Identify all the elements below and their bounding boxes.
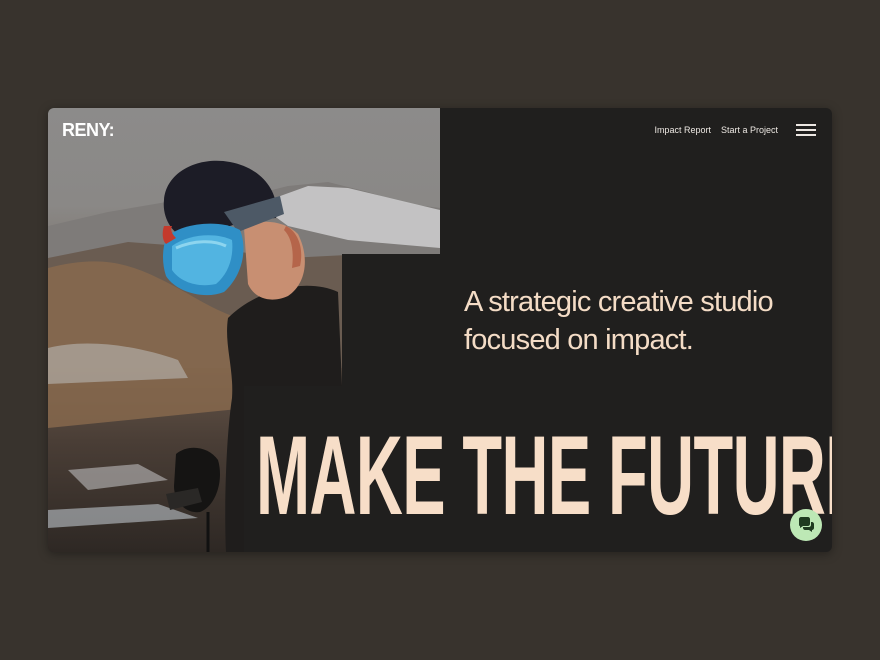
chat-bubble-icon[interactable] xyxy=(790,509,822,541)
nav-link-impact-report[interactable]: Impact Report xyxy=(654,125,711,135)
brand-logo[interactable]: RENY: xyxy=(62,120,115,141)
nav-link-start-project[interactable]: Start a Project xyxy=(721,125,778,135)
site-frame: RENY: Impact Report Start a Project A st… xyxy=(48,108,832,552)
top-nav: Impact Report Start a Project xyxy=(654,124,816,136)
hero-headline: MAKE THE FUTURE xyxy=(256,413,832,538)
hamburger-menu-icon[interactable] xyxy=(796,124,816,136)
hero-tagline: A strategic creative studio focused on i… xyxy=(464,286,774,356)
